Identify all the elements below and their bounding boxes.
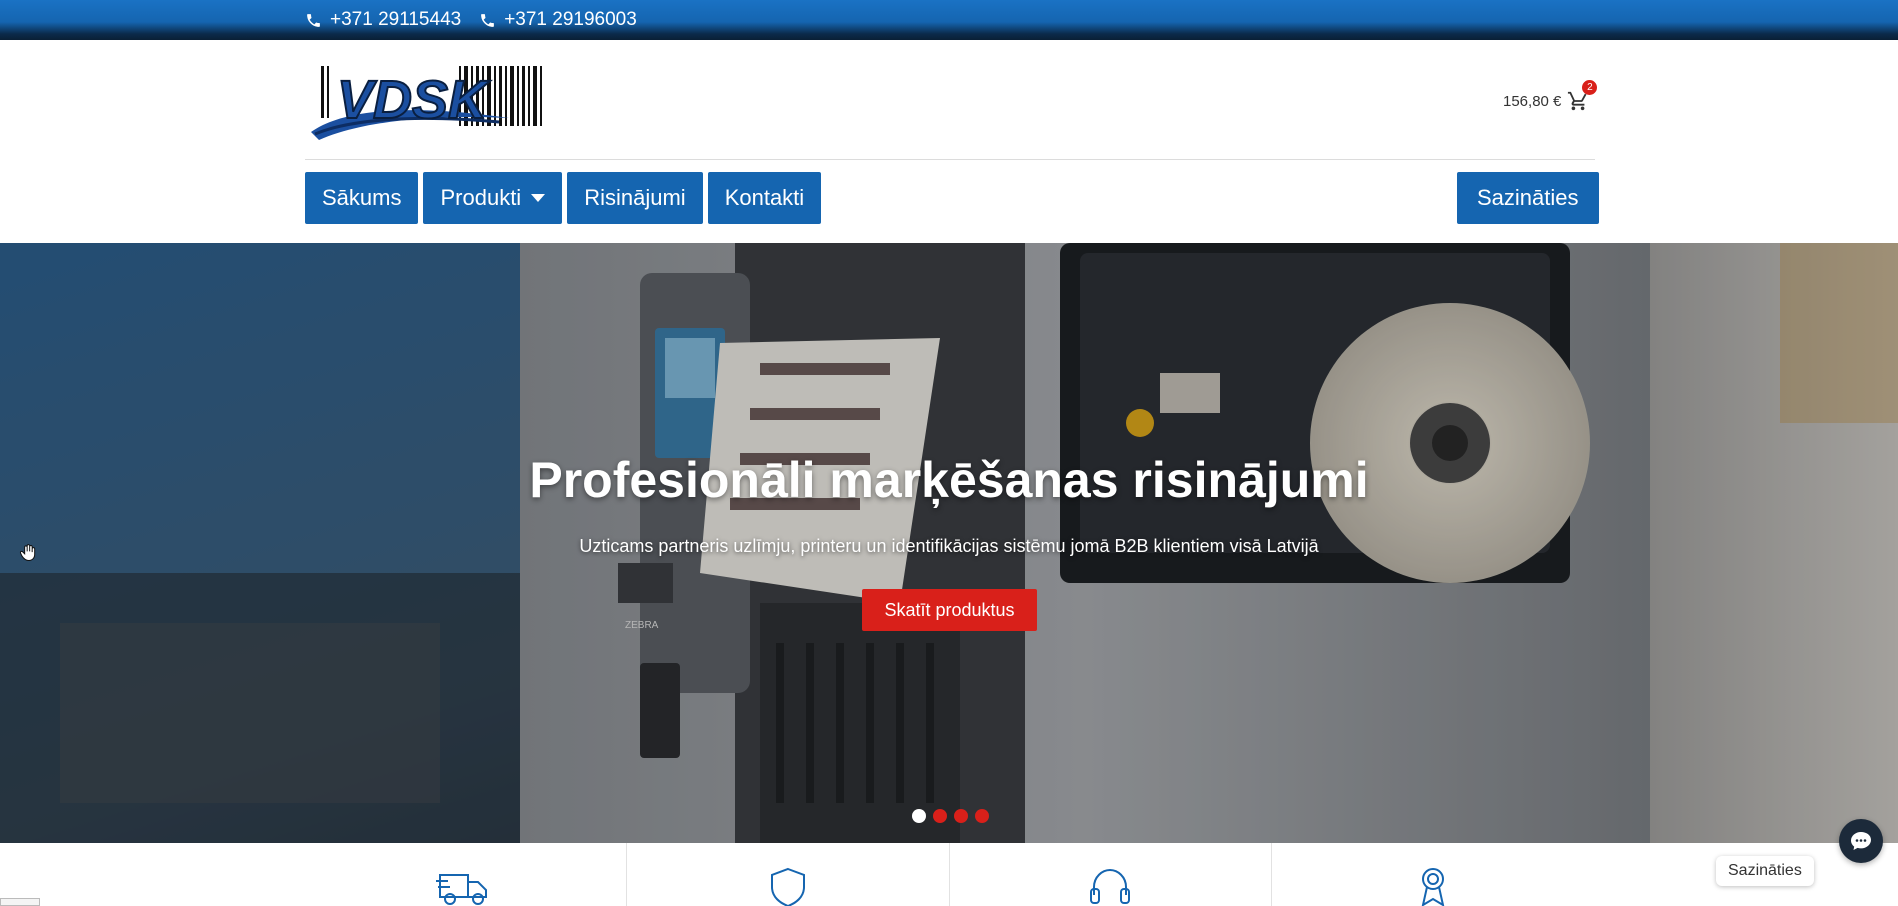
chat-open-button[interactable] bbox=[1839, 819, 1883, 863]
nav-item-label: Produkti bbox=[440, 185, 522, 210]
chat-bubble-icon bbox=[1851, 832, 1871, 850]
hero-title: Profesionāli marķēšanas risinājumi bbox=[529, 452, 1369, 508]
feature-divider bbox=[1271, 843, 1272, 906]
slider-dot-2[interactable] bbox=[933, 809, 947, 823]
cart-icon[interactable]: 2 bbox=[1567, 80, 1598, 112]
slider-dot-4[interactable] bbox=[975, 809, 989, 823]
phone-icon bbox=[481, 13, 495, 27]
caret-down-icon bbox=[531, 194, 546, 202]
chat-label[interactable]: Sazināties bbox=[1716, 856, 1814, 886]
nav-item-sakums[interactable]: Sākums bbox=[305, 172, 419, 224]
feature-divider bbox=[626, 843, 627, 906]
phone-number: +371 29115443 bbox=[330, 9, 462, 30]
phone-link-1[interactable]: +371 29115443 bbox=[305, 9, 461, 31]
feature-divider bbox=[949, 843, 950, 906]
cart-count-badge: 2 bbox=[1582, 80, 1598, 95]
cart-total: 156,80 € bbox=[1503, 92, 1562, 110]
cookie-widget-tab[interactable] bbox=[0, 898, 40, 906]
site-logo[interactable]: VDSK bbox=[309, 62, 544, 142]
nav-item-risinajumi[interactable]: Risinājumi bbox=[567, 172, 703, 224]
svg-text:VDSK: VDSK bbox=[337, 70, 491, 130]
phone-list: +371 29115443 +371 29196003 bbox=[305, 0, 637, 40]
slider-dot-3[interactable] bbox=[954, 809, 968, 823]
view-products-button[interactable]: Skatīt produktus bbox=[862, 589, 1037, 631]
phone-number: +371 29196003 bbox=[504, 9, 637, 30]
hero-subtitle: Uzticams partneris uzlīmju, printeru un … bbox=[579, 536, 1319, 556]
site-header: VDSK 156,80 € 2 Sākums Produkti Risināju… bbox=[0, 40, 1898, 243]
features-strip bbox=[0, 843, 1898, 906]
phone-icon bbox=[307, 13, 320, 27]
header-divider bbox=[305, 159, 1595, 160]
nav-item-label: Sākums bbox=[322, 185, 402, 210]
slider-dots bbox=[912, 809, 989, 823]
contact-button[interactable]: Sazināties bbox=[1457, 172, 1599, 224]
nav-item-label: Kontakti bbox=[724, 185, 805, 210]
award-icon bbox=[1405, 865, 1461, 906]
nav-item-kontakti[interactable]: Kontakti bbox=[707, 172, 822, 224]
nav-item-label: Risinājumi bbox=[584, 185, 686, 210]
phone-link-2[interactable]: +371 29196003 bbox=[479, 9, 637, 31]
main-nav: Sākums Produkti Risinājumi Kontakti bbox=[305, 172, 822, 224]
logo-graphic: VDSK bbox=[311, 66, 542, 140]
nav-item-produkti[interactable]: Produkti bbox=[423, 172, 563, 224]
headset-icon bbox=[1082, 865, 1138, 906]
hero-slider: ZEBRA Profesionāli marķēšanas risinājumi… bbox=[0, 243, 1898, 843]
cart-summary[interactable]: 156,80 € 2 bbox=[1503, 80, 1598, 112]
topbar: +371 29115443 +371 29196003 bbox=[0, 0, 1898, 40]
slider-dot-1[interactable] bbox=[912, 809, 926, 823]
shield-icon bbox=[760, 865, 816, 906]
truck-icon bbox=[436, 865, 492, 906]
